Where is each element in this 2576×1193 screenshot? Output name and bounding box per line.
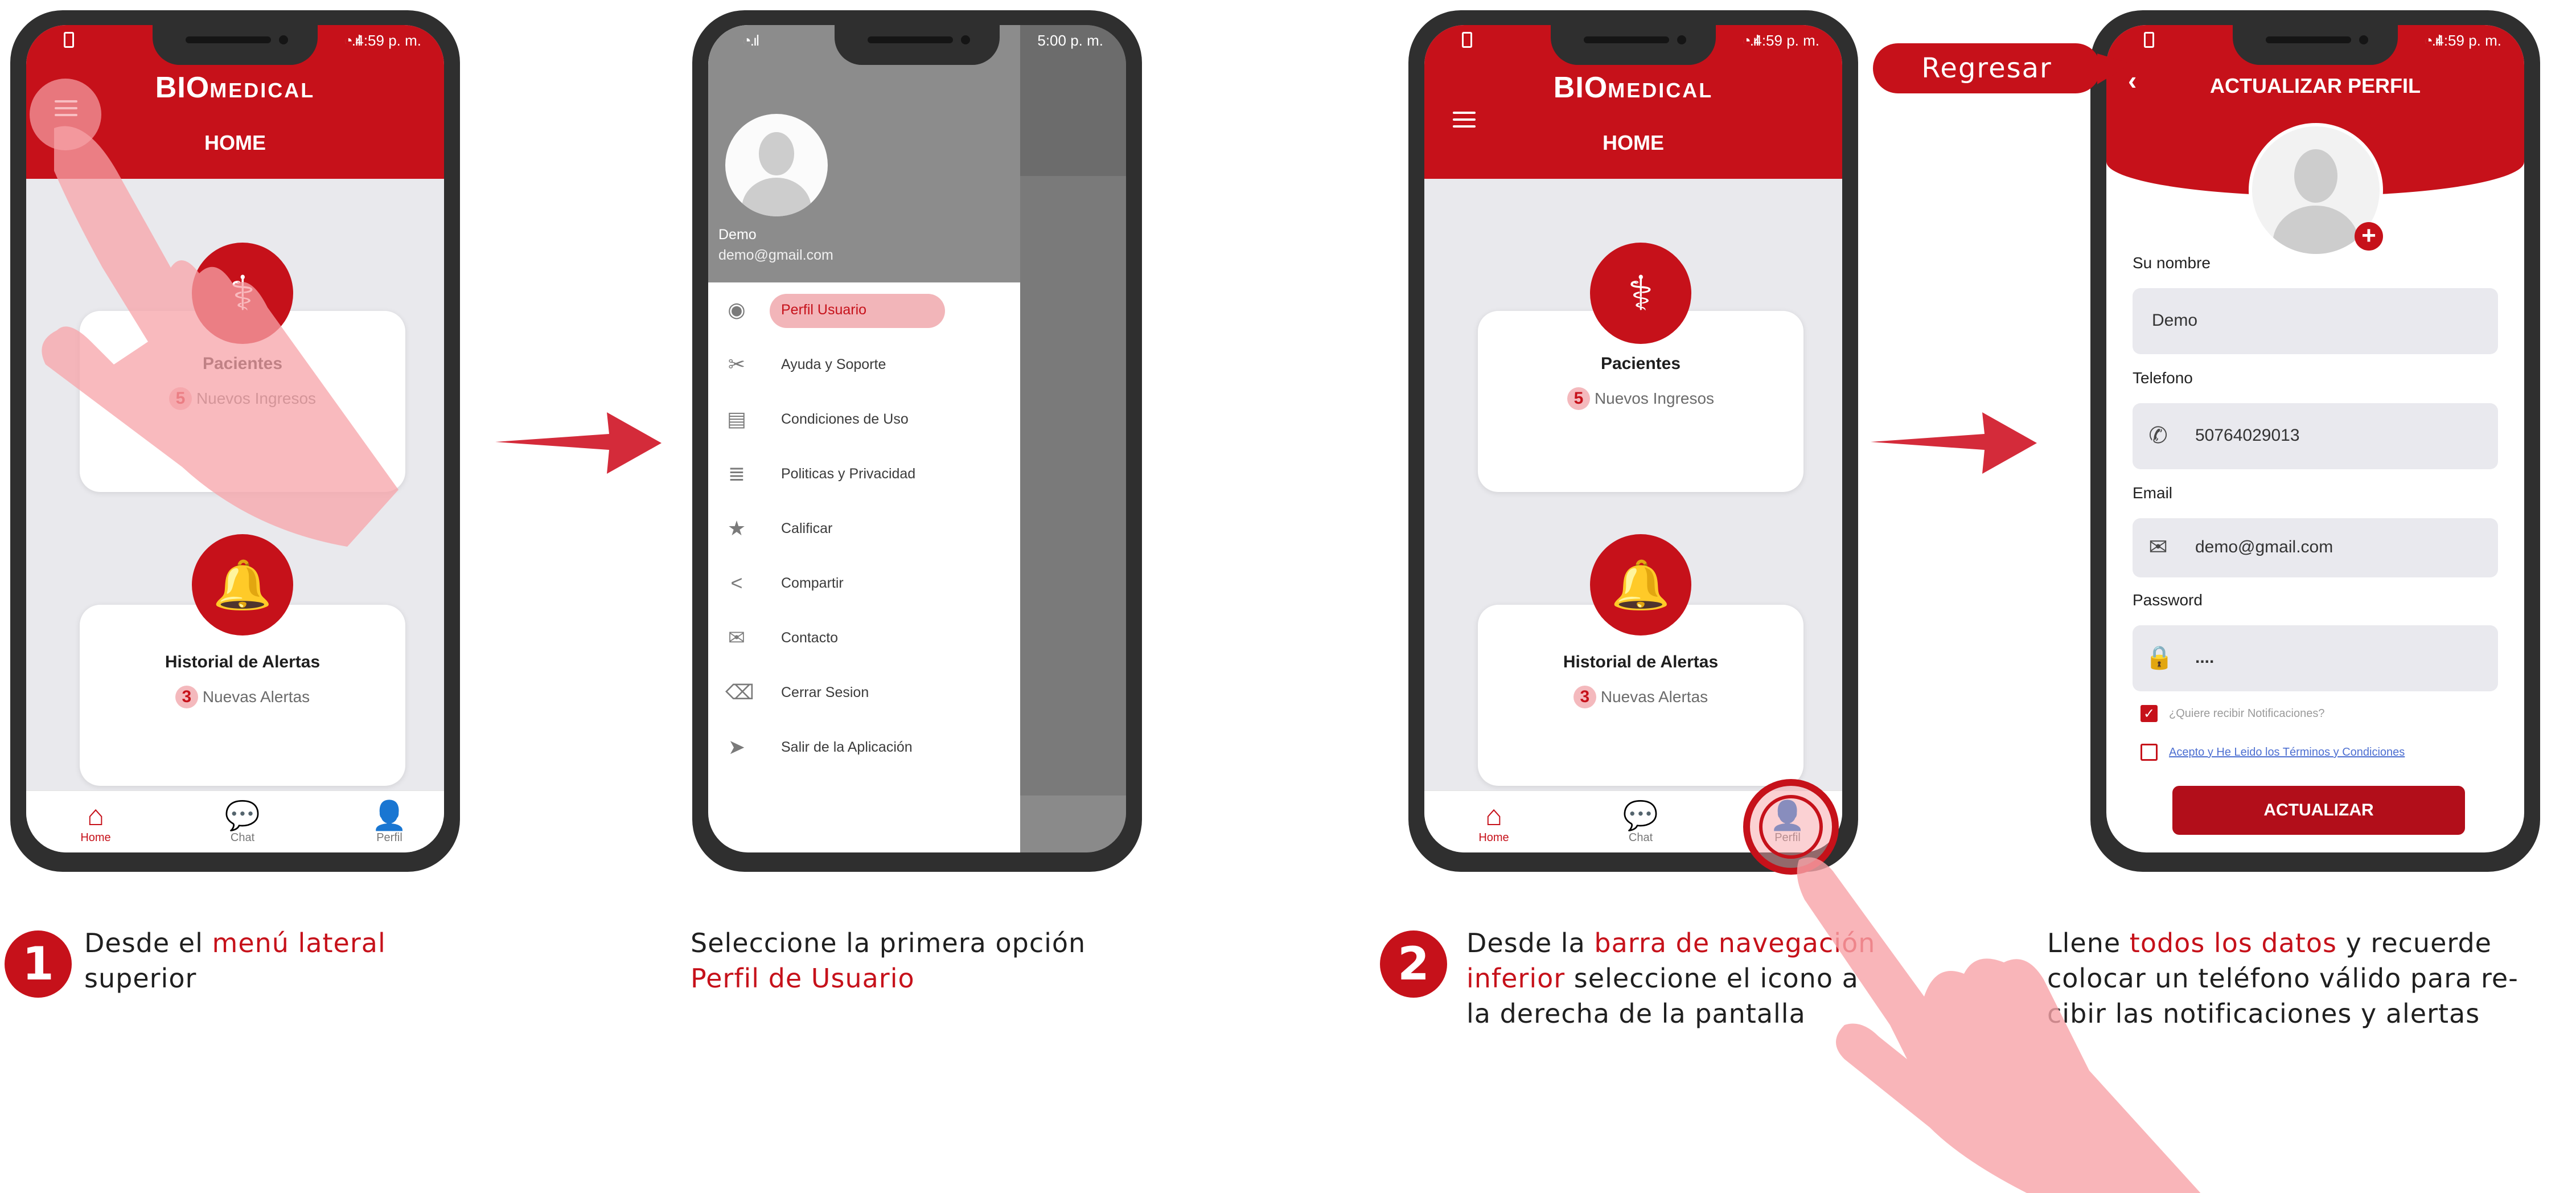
phone-notch	[2233, 25, 2398, 65]
caption-step1: Desde el menú lateral superior	[84, 928, 386, 994]
person-icon: 👤	[371, 800, 408, 831]
drawer-item-contacto[interactable]: ✉ Contacto	[708, 618, 1020, 659]
home-icon: ⌂	[1485, 800, 1503, 831]
page-title: HOME	[1603, 131, 1664, 154]
drawer-user-name: Demo	[718, 227, 757, 243]
password-label: Password	[2133, 591, 2203, 609]
flow-arrow-icon	[495, 412, 662, 474]
step-number-2: 2	[1380, 930, 1447, 998]
phone-notch	[1551, 25, 1716, 65]
email-label: Email	[2133, 484, 2173, 502]
tap-indicator-inner	[1759, 795, 1823, 859]
drawer-item-compartir[interactable]: < Compartir	[708, 564, 1020, 605]
password-field[interactable]: 🔒....	[2133, 625, 2498, 691]
avatar	[725, 114, 828, 216]
account-circle-icon: ◉	[728, 298, 746, 321]
name-label: Su nombre	[2133, 254, 2211, 272]
home-screen: ◔.ıl 4:59 p. m. BIOMEDICAL HOME Paciente…	[1424, 25, 1842, 852]
navigation-drawer: Demo demo@gmail.com ◉ Perfil Usuario ✂ Ayu…	[708, 25, 1020, 852]
battery-icon	[2144, 32, 2154, 48]
notifications-label: ¿Quiere recibir Notificaciones?	[2169, 707, 2325, 720]
phone-home-step2: ◔.ıl 4:59 p. m. BIOMEDICAL HOME Paciente…	[1408, 10, 1858, 872]
signal-icon: ◔.ıl	[742, 32, 759, 49]
phone-icon: ✆	[2148, 423, 2168, 448]
card-title: Pacientes	[1600, 354, 1681, 373]
drawer-item-perfil-usuario[interactable]: ◉ Perfil Usuario	[708, 290, 1020, 331]
biomedical-logo: BIOMEDICAL	[1553, 71, 1714, 104]
drawer-item-calificar[interactable]: ★ Calificar	[708, 509, 1020, 550]
regresar-callout: Regresar	[1873, 43, 2101, 93]
card-subtitle: 3 Nuevas Alertas	[1478, 686, 1803, 708]
card-title: Historial de Alertas	[165, 653, 321, 671]
patient-monitor-icon: ⚕	[1590, 243, 1691, 344]
email-field[interactable]: ✉ demo@gmail.com	[2133, 518, 2498, 577]
terms-checkbox[interactable]	[2140, 744, 2158, 761]
profile-screen: ◔.ıl 4:59 p. m. ‹ ACTUALIZAR PERFIL + Su…	[2106, 25, 2524, 852]
status-time: 4:59 p. m.	[1753, 32, 1819, 49]
chat-icon: 💬	[1622, 800, 1659, 831]
notifications-checkbox[interactable]: ✓	[2140, 705, 2158, 722]
add-photo-icon[interactable]: +	[2355, 222, 2383, 251]
step-number-1: 1	[5, 930, 72, 998]
scroll-icon: ≣	[728, 462, 746, 485]
card-subtitle: 3 Nuevas Alertas	[80, 686, 405, 708]
bell-icon: 🔔	[1590, 534, 1691, 636]
star-icon: ★	[727, 516, 746, 540]
page-title: ACTUALIZAR PERFIL	[2210, 74, 2421, 97]
flow-arrow-icon	[1871, 412, 2037, 474]
tools-icon: ✂	[728, 352, 746, 376]
mail-icon: ✉	[2148, 535, 2168, 560]
phone-notch	[835, 25, 1000, 65]
actualizar-button[interactable]: ACTUALIZAR	[2172, 786, 2465, 835]
home-icon: ⌂	[87, 800, 105, 831]
card-title: Historial de Alertas	[1563, 653, 1719, 671]
chat-icon: 💬	[224, 800, 261, 831]
phone-profile: ◔.ıl 4:59 p. m. ‹ ACTUALIZAR PERFIL + Su…	[2090, 10, 2540, 872]
document-check-icon: ▤	[726, 407, 746, 431]
drawer-item-politicas[interactable]: ≣ Politicas y Privacidad	[708, 454, 1020, 495]
phone-drawer: ◔.ıl 5:00 p. m. Demo demo@gmail.com ◉ Per…	[692, 10, 1142, 872]
battery-icon	[1462, 32, 1472, 48]
bottom-nav: ⌂Home 💬Chat 👤Perfil	[26, 790, 444, 852]
terms-link[interactable]: Acepto y He Leido los Términos y Condici…	[2169, 746, 2405, 759]
drawer-user-email: demo@gmail.com	[718, 247, 833, 263]
drawer-item-cerrar-sesion[interactable]: ⌫ Cerrar Sesion	[708, 673, 1020, 714]
hamburger-menu-icon[interactable]	[1453, 112, 1476, 128]
nav-chat[interactable]: 💬 Chat	[1601, 800, 1681, 844]
name-field[interactable]: Demo	[2133, 288, 2498, 354]
nav-home[interactable]: ⌂ Home	[56, 800, 135, 844]
nav-home[interactable]: ⌂ Home	[1454, 800, 1534, 844]
send-icon: ➤	[728, 735, 746, 759]
phone-field[interactable]: ✆ 50764029013	[2133, 403, 2498, 469]
drawer-item-ayuda[interactable]: ✂ Ayuda y Soporte	[708, 345, 1020, 386]
nav-perfil[interactable]: 👤Perfil	[350, 800, 429, 844]
mail-icon: ✉	[728, 626, 746, 649]
drawer-screen: ◔.ıl 5:00 p. m. Demo demo@gmail.com ◉ Per…	[708, 25, 1126, 852]
status-time: 5:00 p. m.	[1037, 32, 1103, 49]
drawer-item-salir[interactable]: ➤ Salir de la Aplicación	[708, 728, 1020, 769]
callout-arrow-icon	[2097, 54, 2131, 84]
status-time: 4:59 p. m.	[2435, 32, 2501, 49]
pointing-hand-icon	[1797, 857, 2201, 1193]
dimmed-nav	[1020, 796, 1126, 852]
pointing-hand-icon	[42, 126, 399, 547]
share-icon: <	[730, 571, 743, 595]
phone-label: Telefono	[2133, 369, 2193, 387]
nav-chat[interactable]: 💬 Chat	[203, 800, 282, 844]
backspace-icon: ⌫	[725, 680, 754, 704]
caption-step1b: Seleccione la primera opción Perfil de U…	[691, 928, 1086, 994]
lock-icon: 🔒	[2145, 645, 2174, 670]
drawer-item-condiciones[interactable]: ▤ Condiciones de Uso	[708, 400, 1020, 441]
card-subtitle: 5Nuevos Ingresos	[1478, 387, 1803, 410]
